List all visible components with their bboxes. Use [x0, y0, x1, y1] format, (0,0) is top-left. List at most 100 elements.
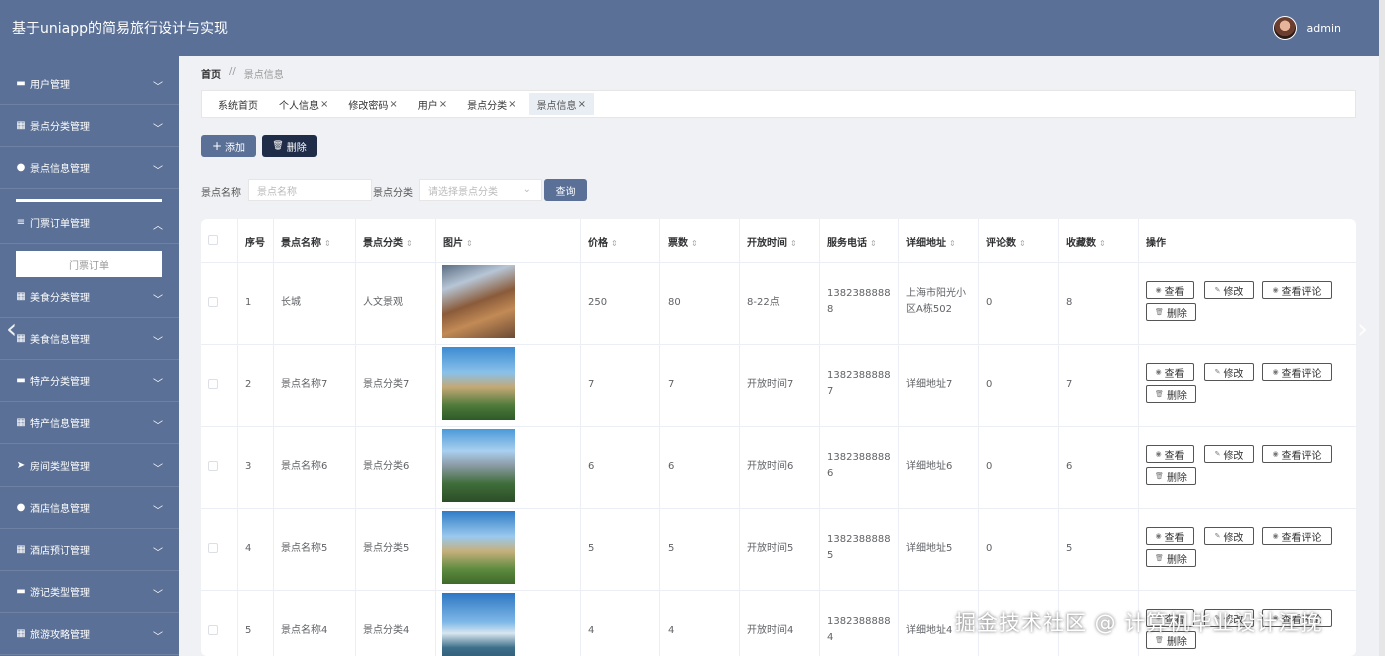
- sort-icon[interactable]: ⇕: [466, 239, 473, 248]
- sort-icon[interactable]: ⇕: [1099, 239, 1106, 248]
- close-icon[interactable]: ×: [389, 99, 397, 110]
- row-delete-button[interactable]: 🗑 删除: [1146, 303, 1196, 321]
- close-icon[interactable]: ×: [578, 99, 586, 110]
- cell-phone: 13823888886: [827, 452, 891, 479]
- column-header-8[interactable]: 详细地址 ⇕: [906, 234, 956, 249]
- view-button[interactable]: ◉ 查看: [1146, 527, 1194, 545]
- sort-icon[interactable]: ⇕: [324, 239, 331, 248]
- chevron-left-icon[interactable]: ‹: [6, 312, 17, 345]
- tab-0[interactable]: 系统首页: [210, 93, 267, 115]
- row-checkbox[interactable]: [208, 543, 218, 553]
- column-header-6[interactable]: 开放时间 ⇕: [747, 234, 797, 249]
- row-delete-button[interactable]: 🗑 删除: [1146, 549, 1196, 567]
- edit-button[interactable]: ✎ 修改: [1204, 281, 1254, 299]
- close-icon[interactable]: ×: [320, 99, 328, 110]
- breadcrumb-home[interactable]: 首页: [201, 66, 221, 81]
- cell-price: 250: [588, 297, 608, 308]
- view-comments-button[interactable]: ◉ 查看评论: [1262, 527, 1332, 545]
- tab-2[interactable]: 修改密码 ×: [340, 93, 405, 115]
- tab-1[interactable]: 个人信息 ×: [271, 93, 336, 115]
- grid-icon: ▦: [16, 119, 26, 131]
- sort-icon[interactable]: ⇕: [870, 239, 877, 248]
- chevron-down-icon: ﹀: [153, 421, 163, 432]
- view-comments-button[interactable]: ◉ 查看评论: [1262, 281, 1332, 299]
- username[interactable]: admin: [1307, 22, 1341, 35]
- close-icon[interactable]: ×: [508, 99, 516, 110]
- trash-icon: 🗑: [1155, 636, 1164, 644]
- tab-3[interactable]: 用户 ×: [410, 93, 455, 115]
- sidebar-item-12[interactable]: ▦ 旅游攻略管理 ﹀: [0, 613, 179, 655]
- add-button[interactable]: + 添加: [201, 135, 256, 157]
- scenic-spot-image: [442, 429, 515, 502]
- view-button[interactable]: ◉ 查看: [1146, 363, 1194, 381]
- sidebar-item-6[interactable]: ▬ 特产分类管理 ﹀: [0, 360, 179, 402]
- tab-4[interactable]: 景点分类 ×: [459, 93, 524, 115]
- column-header-3[interactable]: 图片 ⇕: [443, 234, 473, 249]
- column-header-0: 序号: [245, 234, 268, 249]
- sidebar-item-10[interactable]: ▦ 酒店预订管理 ﹀: [0, 529, 179, 571]
- edit-button[interactable]: ✎ 修改: [1204, 445, 1254, 463]
- chevron-right-icon[interactable]: ›: [1357, 312, 1368, 345]
- sort-icon[interactable]: ⇕: [406, 239, 413, 248]
- delete-button[interactable]: 🗑 删除: [262, 135, 317, 157]
- sidebar-subitem-ticket-orders[interactable]: 门票订单: [16, 251, 162, 277]
- view-comments-button[interactable]: ◉ 查看评论: [1262, 363, 1332, 381]
- data-table: 序号 景点名称 ⇕ 景点分类 ⇕ 图片 ⇕ 价格 ⇕ 票数 ⇕ 开放时间 ⇕ 服务电话 ⇕ 详细地址 ⇕ 评论数 ⇕…: [201, 219, 1356, 656]
- column-header-1[interactable]: 景点名称 ⇕: [281, 234, 331, 249]
- category-select[interactable]: 请选择景点分类 ⌄: [419, 179, 542, 201]
- sort-icon[interactable]: ⇕: [949, 239, 956, 248]
- scenic-spot-image: [442, 265, 515, 338]
- tab-label: 景点分类: [467, 100, 508, 112]
- name-search-input[interactable]: 景点名称: [248, 179, 372, 201]
- cell-comments: 0: [986, 543, 993, 554]
- sort-icon[interactable]: ⇕: [691, 239, 698, 248]
- sidebar-item-label: 门票订单管理: [30, 219, 90, 230]
- sidebar-item-3[interactable]: ≡ 门票订单管理 ︿: [0, 202, 179, 244]
- cell-phone: 13823888887: [827, 370, 891, 397]
- column-header-5[interactable]: 票数 ⇕: [668, 234, 698, 249]
- sidebar-item-5[interactable]: ▦ 美食信息管理 ﹀: [0, 318, 179, 360]
- cell-price: 4: [588, 625, 595, 636]
- row-checkbox[interactable]: [208, 297, 218, 307]
- view-button[interactable]: ◉ 查看: [1146, 281, 1194, 299]
- row-checkbox[interactable]: [208, 461, 218, 471]
- avatar[interactable]: [1272, 16, 1297, 40]
- user-menu[interactable]: admin: [1272, 16, 1341, 40]
- sort-icon[interactable]: ⇕: [611, 239, 618, 248]
- watermark: 掘金技术社区 @ 计算机毕业设计江挽: [955, 611, 1323, 635]
- edit-button[interactable]: ✎ 修改: [1204, 527, 1254, 545]
- edit-button[interactable]: ✎ 修改: [1204, 363, 1254, 381]
- row-checkbox[interactable]: [208, 379, 218, 389]
- sidebar-item-7[interactable]: ▦ 特产信息管理 ﹀: [0, 402, 179, 444]
- sort-icon[interactable]: ⇕: [1019, 239, 1026, 248]
- view-button[interactable]: ◉ 查看: [1146, 445, 1194, 463]
- sidebar-item-8[interactable]: ➤ 房间类型管理 ﹀: [0, 445, 179, 487]
- row-divider: [201, 590, 1356, 591]
- sidebar-item-11[interactable]: ▬ 游记类型管理 ﹀: [0, 571, 179, 613]
- sort-icon[interactable]: ⇕: [790, 239, 797, 248]
- view-comments-button[interactable]: ◉ 查看评论: [1262, 445, 1332, 463]
- cell-phone: 13823888888: [827, 288, 891, 315]
- row-delete-button[interactable]: 🗑 删除: [1146, 385, 1196, 403]
- column-header-2[interactable]: 景点分类 ⇕: [363, 234, 413, 249]
- sidebar-item-0[interactable]: ▬ 用户管理 ﹀: [0, 63, 179, 105]
- query-button[interactable]: 查询: [544, 179, 587, 201]
- sidebar-item-1[interactable]: ▦ 景点分类管理 ﹀: [0, 105, 179, 147]
- add-button-label: 添加: [225, 142, 246, 154]
- sidebar-item-9[interactable]: ● 酒店信息管理 ﹀: [0, 487, 179, 529]
- select-all-checkbox[interactable]: [208, 235, 218, 245]
- sidebar-item-2[interactable]: ● 景点信息管理 ﹀: [0, 147, 179, 189]
- eye-icon: ◉: [1155, 450, 1162, 458]
- tab-5[interactable]: 景点信息 ×: [528, 93, 594, 115]
- row-delete-button[interactable]: 🗑 删除: [1146, 467, 1196, 485]
- cell-comments: 0: [986, 297, 993, 308]
- row-checkbox[interactable]: [208, 625, 218, 635]
- scrollbar[interactable]: [1379, 0, 1385, 656]
- sidebar-item-4[interactable]: ▦ 美食分类管理 ﹀: [0, 276, 179, 318]
- column-header-4[interactable]: 价格 ⇕: [588, 234, 618, 249]
- column-header-7[interactable]: 服务电话 ⇕: [827, 234, 877, 249]
- column-header-9[interactable]: 评论数 ⇕: [986, 234, 1026, 249]
- eye-icon: ◉: [1272, 532, 1279, 540]
- close-icon[interactable]: ×: [439, 99, 447, 110]
- column-header-10[interactable]: 收藏数 ⇕: [1066, 234, 1106, 249]
